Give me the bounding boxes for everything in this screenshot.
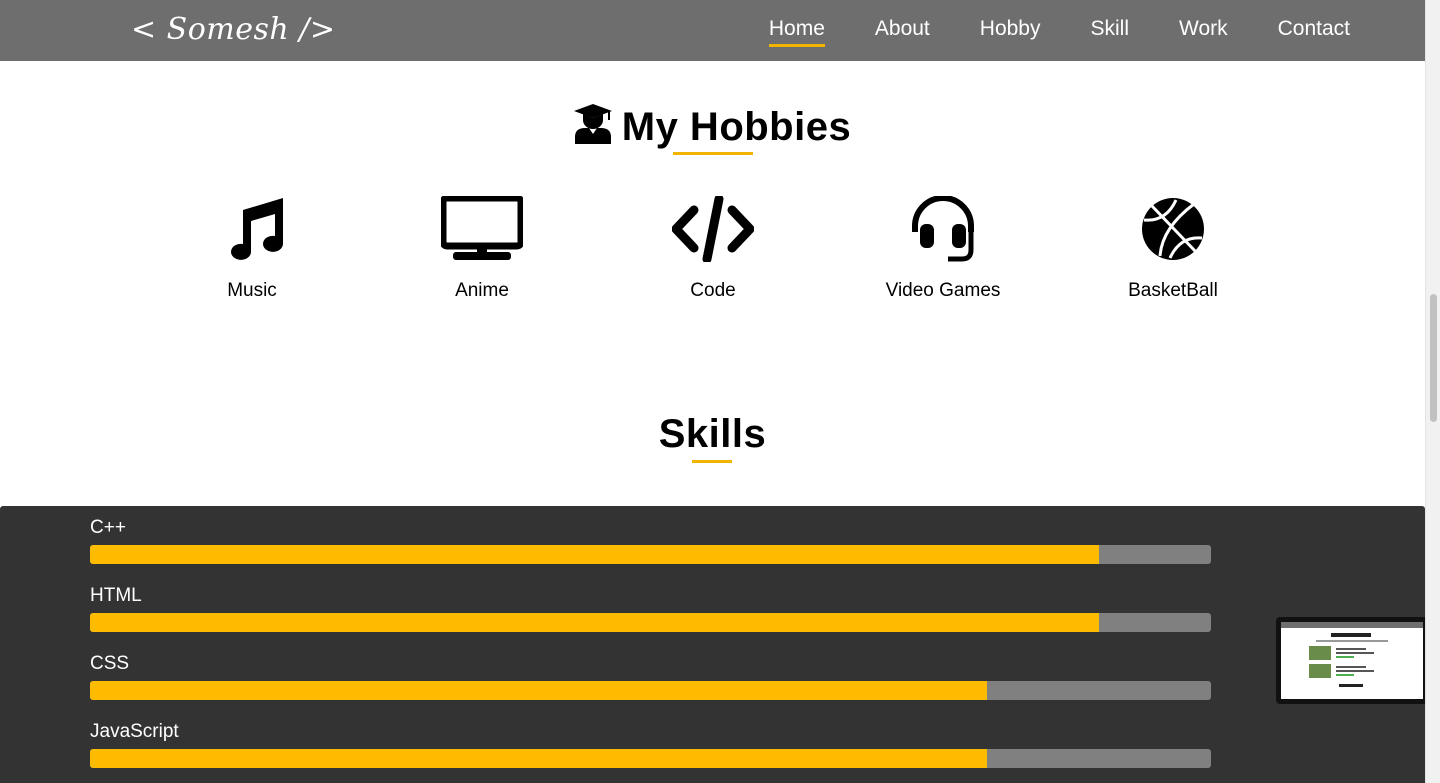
scrollbar-thumb[interactable] [1430,294,1437,422]
nav-link-contact[interactable]: Contact [1278,17,1350,45]
hobbies-heading: My Hobbies [0,104,1425,150]
skills-title: Skills [658,412,767,456]
logo[interactable]: < Somesh /> [131,12,335,47]
skill-css: CSS [90,652,1211,700]
nav-link-hobby[interactable]: Hobby [980,17,1041,45]
screenshot-thumbnail[interactable] [1276,617,1428,704]
hobby-label-code: Code [690,280,736,301]
skills-panel: C++ HTML CSS JavaScript [0,506,1425,783]
hobby-anime: Anime [382,196,582,302]
skill-bar-fill [90,545,1099,564]
hobby-code: Code [613,196,813,302]
nav-link-about[interactable]: About [875,17,930,45]
hobby-label-anime: Anime [455,280,509,301]
skills-underline [692,460,732,463]
hobby-label-basketball: BasketBall [1128,280,1218,301]
nav-link-work[interactable]: Work [1179,17,1228,45]
nav-link-home[interactable]: Home [768,17,825,47]
graduate-icon [573,104,612,144]
music-icon [231,198,283,260]
hobby-music: Music [152,196,352,302]
basketball-icon [1142,198,1204,260]
skill-name: HTML [90,585,142,606]
skills-heading: Skills [0,412,1425,457]
skill-bar [90,613,1211,632]
skill-bar [90,545,1211,564]
skill-name: JavaScript [90,721,179,742]
skill-bar [90,749,1211,768]
skill-cpp: C++ [90,516,1211,564]
skill-bar [90,681,1211,700]
hobby-label-video-games: Video Games [885,280,1001,301]
headset-icon [912,196,974,262]
hobbies-underline [673,152,753,155]
skill-javascript: JavaScript [90,720,1211,768]
code-icon [672,196,754,262]
skill-name: C++ [90,517,126,538]
skill-name: CSS [90,653,130,674]
skill-bar-fill [90,749,987,768]
hobbies-title: My Hobbies [621,105,852,149]
navbar: < Somesh /> Home About Hobby Skill Work … [0,0,1425,61]
tv-icon [441,196,523,260]
hobby-video-games: Video Games [843,196,1043,302]
skill-bar-fill [90,681,987,700]
hobby-basketball: BasketBall [1073,196,1273,302]
nav-links: Home About Hobby Skill Work Contact [719,0,1350,61]
page-scrollbar[interactable] [1425,0,1440,783]
skill-html: HTML [90,584,1211,632]
skill-bar-fill [90,613,1099,632]
nav-link-skill[interactable]: Skill [1090,17,1129,45]
hobby-label-music: Music [227,280,277,301]
thumbnail-preview [1281,622,1423,699]
